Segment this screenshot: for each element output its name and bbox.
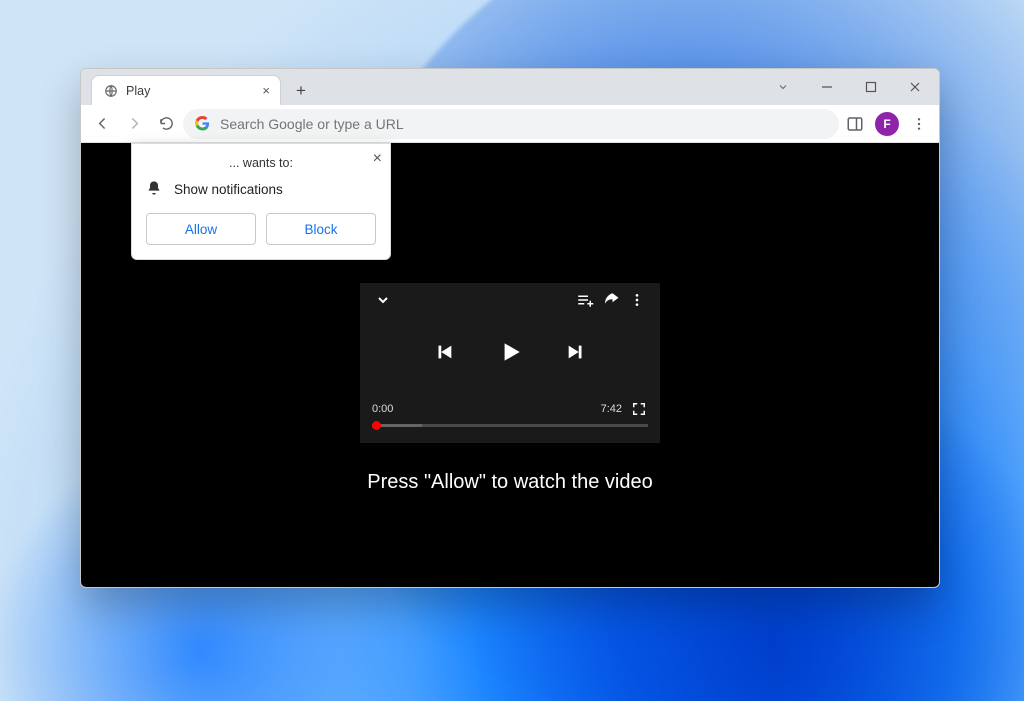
globe-icon	[104, 84, 118, 98]
permission-close-icon[interactable]: ×	[373, 150, 382, 168]
window-controls	[761, 69, 937, 105]
avatar-initial: F	[883, 117, 890, 131]
chrome-menu-button[interactable]	[905, 110, 933, 138]
next-track-icon[interactable]	[563, 339, 589, 365]
side-panel-button[interactable]	[841, 110, 869, 138]
playlist-add-icon[interactable]	[572, 287, 598, 313]
permission-prompt: × ... wants to: Show notifications Allow…	[131, 143, 391, 260]
new-tab-button[interactable]: +	[287, 77, 315, 105]
window-minimize-button[interactable]	[805, 69, 849, 105]
play-icon[interactable]	[497, 339, 523, 365]
progress-bar[interactable]	[372, 424, 648, 427]
titlebar: Play × +	[81, 69, 939, 105]
omnibox[interactable]	[183, 109, 839, 139]
permission-allow-button[interactable]: Allow	[146, 213, 256, 245]
browser-window: Play × +	[80, 68, 940, 588]
page-caption: Press "Allow" to watch the video	[81, 471, 939, 494]
progress-thumb[interactable]	[372, 421, 381, 430]
share-icon[interactable]	[598, 287, 624, 313]
page-content: × ... wants to: Show notifications Allow…	[81, 143, 939, 587]
permission-title: ... wants to:	[146, 156, 376, 170]
nav-reload-button[interactable]	[151, 109, 181, 139]
omnibox-input[interactable]	[220, 116, 827, 132]
player-current-time: 0:00	[372, 403, 393, 415]
toolbar: F	[81, 105, 939, 143]
window-maximize-button[interactable]	[849, 69, 893, 105]
tab-close-icon[interactable]: ×	[262, 83, 270, 98]
previous-track-icon[interactable]	[431, 339, 457, 365]
player-duration: 7:42	[601, 403, 622, 415]
tab-search-button[interactable]	[761, 69, 805, 105]
google-icon	[195, 116, 210, 131]
permission-block-button[interactable]: Block	[266, 213, 376, 245]
permission-row: Show notifications	[146, 180, 376, 199]
nav-back-button[interactable]	[87, 109, 117, 139]
profile-avatar[interactable]: F	[875, 112, 899, 136]
browser-tab[interactable]: Play ×	[91, 75, 281, 105]
nav-forward-button[interactable]	[119, 109, 149, 139]
window-close-button[interactable]	[893, 69, 937, 105]
bell-icon	[146, 180, 162, 199]
player-collapse-icon[interactable]	[370, 287, 396, 313]
fullscreen-icon[interactable]	[630, 400, 648, 418]
permission-item-label: Show notifications	[174, 182, 283, 197]
video-player: 0:00 7:42	[360, 283, 660, 443]
tab-title: Play	[126, 84, 150, 98]
player-menu-icon[interactable]	[624, 287, 650, 313]
